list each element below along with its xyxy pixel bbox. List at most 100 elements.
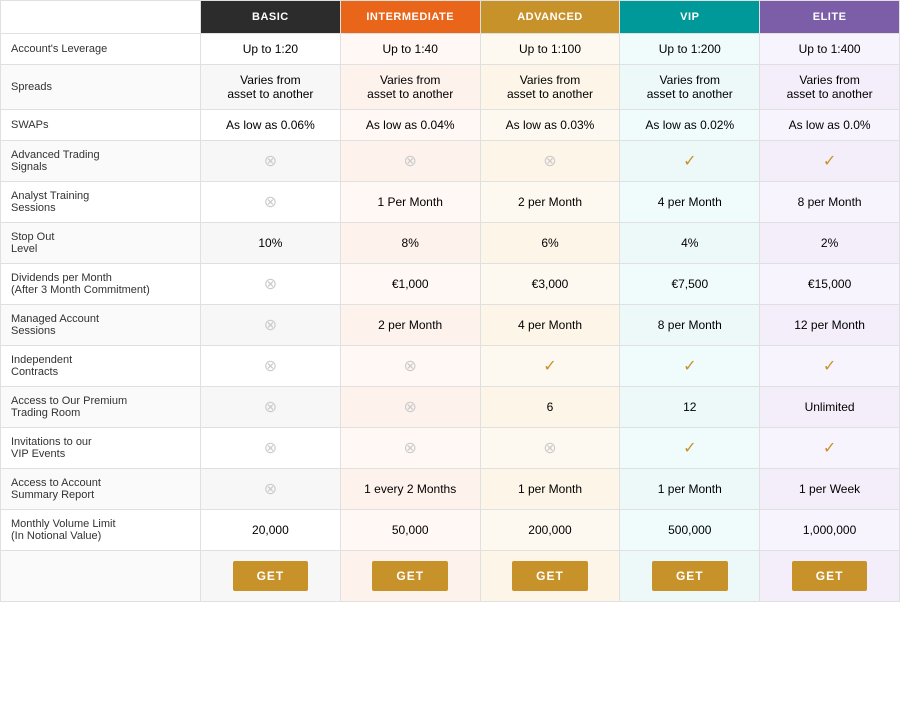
basic-cell: ⊗ xyxy=(201,305,341,346)
table-row: IndependentContracts ⊗ ⊗ ✓ ✓ ✓ xyxy=(1,346,900,387)
intermediate-cell: 1 Per Month xyxy=(340,182,480,223)
feature-cell: Stop OutLevel xyxy=(1,223,201,264)
cross-icon: ⊗ xyxy=(264,276,277,293)
basic-header: BASIC xyxy=(201,1,341,34)
feature-cell: Dividends per Month(After 3 Month Commit… xyxy=(1,264,201,305)
table-row: Monthly Volume Limit(In Notional Value)2… xyxy=(1,510,900,551)
vip-get-button[interactable]: GET xyxy=(652,561,728,591)
cross-icon: ⊗ xyxy=(264,481,277,498)
cross-icon: ⊗ xyxy=(264,358,277,375)
elite-cell: 12 per Month xyxy=(760,305,900,346)
intermediate-cell: Varies fromasset to another xyxy=(340,65,480,110)
basic-get-button[interactable]: GET xyxy=(233,561,309,591)
advanced-cell: ✓ xyxy=(480,346,620,387)
vip-cell: 500,000 xyxy=(620,510,760,551)
feature-cell: IndependentContracts xyxy=(1,346,201,387)
cross-icon: ⊗ xyxy=(543,153,556,170)
advanced-header: ADVANCED xyxy=(480,1,620,34)
check-icon: ✓ xyxy=(683,153,696,170)
advanced-cell: 6 xyxy=(480,387,620,428)
basic-cell: ⊗ xyxy=(201,387,341,428)
table-row: Invitations to ourVIP Events⊗⊗⊗✓✓ xyxy=(1,428,900,469)
elite-get-button[interactable]: GET xyxy=(792,561,868,591)
check-icon: ✓ xyxy=(823,153,836,170)
basic-cell: ⊗ xyxy=(201,346,341,387)
vip-header: VIP xyxy=(620,1,760,34)
cross-icon: ⊗ xyxy=(264,194,277,211)
cross-icon: ⊗ xyxy=(403,440,416,457)
vip-cell: Up to 1:200 xyxy=(620,34,760,65)
basic-cell: ⊗ xyxy=(201,264,341,305)
vip-cell: 12 xyxy=(620,387,760,428)
elite-cell: ✓ xyxy=(760,141,900,182)
advanced-cell: 1 per Month xyxy=(480,469,620,510)
advanced-cell: ⊗ xyxy=(480,428,620,469)
intermediate-cell: ⊗ xyxy=(340,346,480,387)
feature-cell: Managed AccountSessions xyxy=(1,305,201,346)
intermediate-cell: Up to 1:40 xyxy=(340,34,480,65)
feature-cell: Advanced TradingSignals xyxy=(1,141,201,182)
vip-cell: 1 per Month xyxy=(620,469,760,510)
table-row: Stop OutLevel10%8%6%4%2% xyxy=(1,223,900,264)
cross-icon: ⊗ xyxy=(264,317,277,334)
check-icon: ✓ xyxy=(823,358,836,375)
basic-cell: ⊗ xyxy=(201,469,341,510)
vip-cell: Varies fromasset to another xyxy=(620,65,760,110)
basic-cell: ⊗ xyxy=(201,141,341,182)
feature-cell: Access to AccountSummary Report xyxy=(1,469,201,510)
table-row: Access to AccountSummary Report ⊗ 1 every … xyxy=(1,469,900,510)
advanced-button-cell: GET xyxy=(480,551,620,602)
intermediate-cell: ⊗ xyxy=(340,387,480,428)
table-row: SWAPsAs low as 0.06%As low as 0.04%As lo… xyxy=(1,110,900,141)
pricing-table: BASIC INTERMEDIATE ADVANCED VIP ELITE Ac… xyxy=(0,0,900,602)
check-icon: ✓ xyxy=(543,358,556,375)
elite-button-cell: GET xyxy=(760,551,900,602)
advanced-cell: 4 per Month xyxy=(480,305,620,346)
vip-cell: 8 per Month xyxy=(620,305,760,346)
basic-cell: 10% xyxy=(201,223,341,264)
cross-icon: ⊗ xyxy=(543,440,556,457)
advanced-get-button[interactable]: GET xyxy=(512,561,588,591)
table-row: Managed AccountSessions⊗2 per Month4 per… xyxy=(1,305,900,346)
table-row: Access to Our PremiumTrading Room⊗⊗612Un… xyxy=(1,387,900,428)
advanced-cell: Up to 1:100 xyxy=(480,34,620,65)
intermediate-cell: 8% xyxy=(340,223,480,264)
elite-cell: ✓ xyxy=(760,428,900,469)
basic-cell: ⊗ xyxy=(201,182,341,223)
basic-cell: 20,000 xyxy=(201,510,341,551)
basic-button-cell: GET xyxy=(201,551,341,602)
check-icon: ✓ xyxy=(683,358,696,375)
button-row: GET GET GET GET GET xyxy=(1,551,900,602)
elite-cell: 1 per Week xyxy=(760,469,900,510)
table-row: Analyst TrainingSessions ⊗ 1 Per Month2 pe… xyxy=(1,182,900,223)
intermediate-get-button[interactable]: GET xyxy=(372,561,448,591)
elite-cell: As low as 0.0% xyxy=(760,110,900,141)
cross-icon: ⊗ xyxy=(264,440,277,457)
intermediate-cell: ⊗ xyxy=(340,428,480,469)
elite-cell: Varies fromasset to another xyxy=(760,65,900,110)
advanced-cell: 6% xyxy=(480,223,620,264)
elite-cell: 2% xyxy=(760,223,900,264)
cross-icon: ⊗ xyxy=(403,399,416,416)
feature-cell: Invitations to ourVIP Events xyxy=(1,428,201,469)
feature-cell: Analyst TrainingSessions xyxy=(1,182,201,223)
cross-icon: ⊗ xyxy=(264,399,277,416)
table-row: Account's LeverageUp to 1:20Up to 1:40Up… xyxy=(1,34,900,65)
vip-cell: ✓ xyxy=(620,141,760,182)
vip-cell: ✓ xyxy=(620,346,760,387)
basic-cell: ⊗ xyxy=(201,428,341,469)
elite-cell: Up to 1:400 xyxy=(760,34,900,65)
advanced-cell: Varies fromasset to another xyxy=(480,65,620,110)
table-row: Advanced TradingSignals⊗⊗⊗✓✓ xyxy=(1,141,900,182)
vip-cell: 4% xyxy=(620,223,760,264)
vip-cell: As low as 0.02% xyxy=(620,110,760,141)
elite-header: ELITE xyxy=(760,1,900,34)
header-row: BASIC INTERMEDIATE ADVANCED VIP ELITE xyxy=(1,1,900,34)
intermediate-cell: 1 every 2 Months xyxy=(340,469,480,510)
advanced-cell: 2 per Month xyxy=(480,182,620,223)
intermediate-button-cell: GET xyxy=(340,551,480,602)
elite-cell: 1,000,000 xyxy=(760,510,900,551)
basic-cell: Up to 1:20 xyxy=(201,34,341,65)
basic-cell: As low as 0.06% xyxy=(201,110,341,141)
basic-cell: Varies fromasset to another xyxy=(201,65,341,110)
